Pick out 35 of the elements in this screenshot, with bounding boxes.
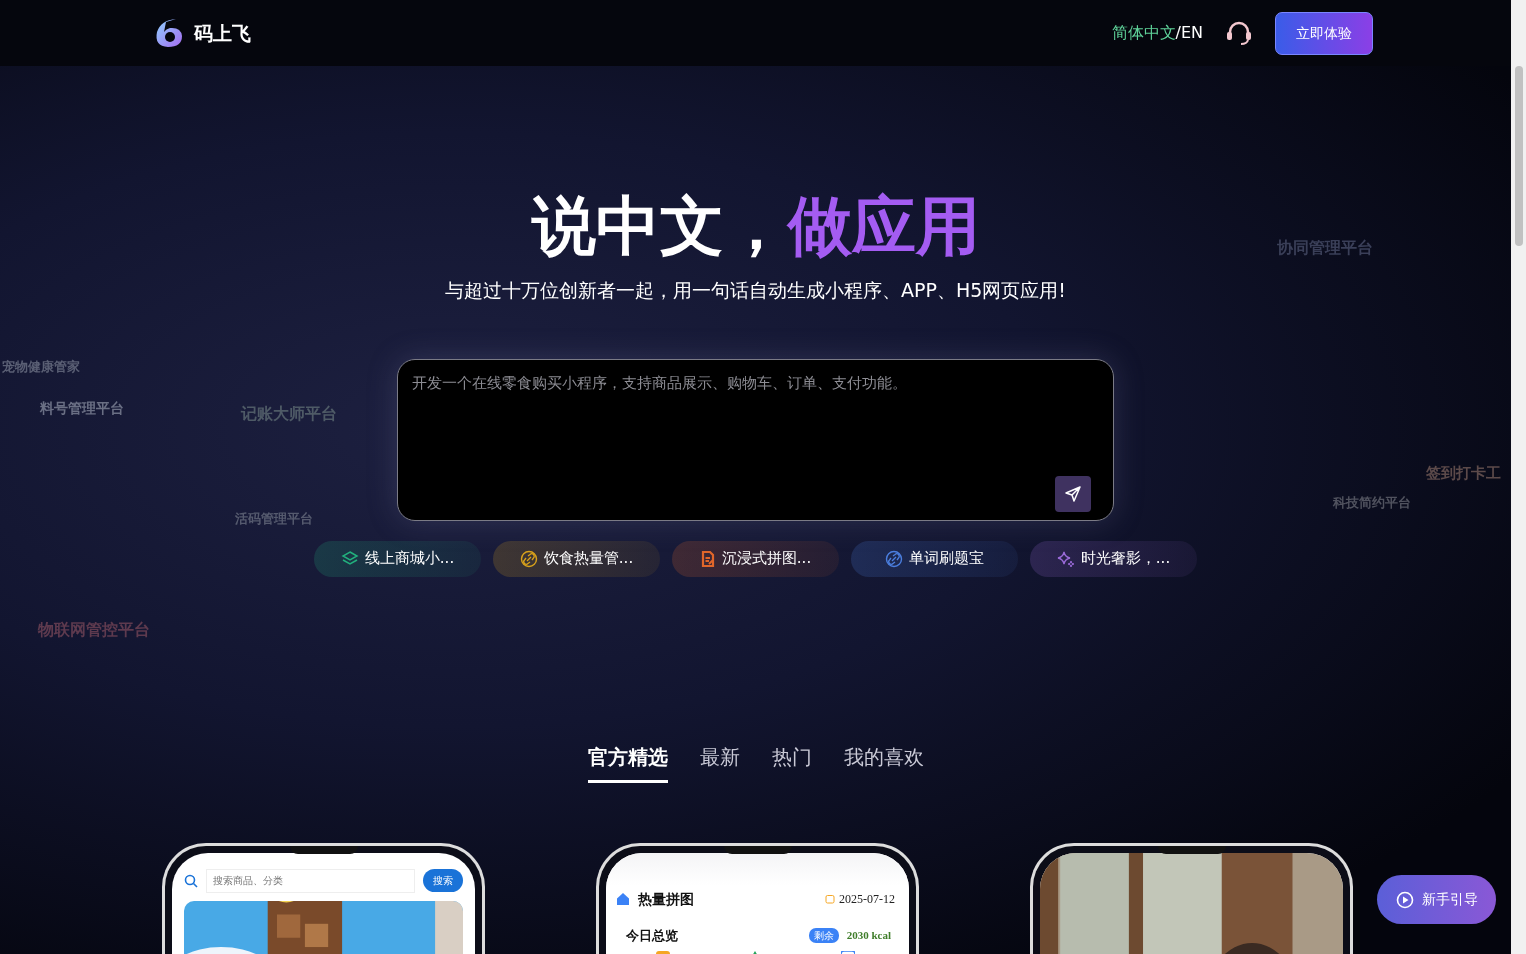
date-text: 2025-07-12 — [839, 891, 895, 908]
hero-subtitle: 与超过十万位创新者一起，用一句话自动生成小程序、APP、H5网页应用! — [445, 278, 1066, 303]
floating-keyword: 记账大师平台 — [241, 403, 337, 425]
prompt-field[interactable]: 开发一个在线零食购买小程序，支持商品展示、购物车、订单、支付功能。 — [397, 358, 1114, 521]
suggestion-chip[interactable]: 单词刷题宝 — [851, 540, 1018, 577]
prompt-input[interactable]: 开发一个在线零食购买小程序，支持商品展示、购物车、订单、支付功能。 — [410, 369, 1101, 476]
floating-keyword: 协同管理平台 — [1277, 237, 1373, 259]
language-option[interactable]: /EN — [1175, 21, 1203, 45]
calorie-value: 2030 kcal — [846, 928, 891, 943]
floating-keyword: 物联网管控平台 — [38, 619, 150, 641]
suggestion-chip[interactable]: 时光奢影，... — [1030, 540, 1197, 577]
category-tab[interactable]: 热门 — [771, 741, 812, 783]
category-tab[interactable]: 我的喜欢 — [843, 741, 924, 783]
floating-keyword: 签到打卡工 — [1426, 463, 1501, 484]
category-tab[interactable]: 官方精选 — [587, 741, 668, 783]
suggestion-chip[interactable]: 沉浸式拼图... — [672, 540, 839, 577]
brand-name: 码上飞 — [194, 20, 251, 46]
try-now-button[interactable]: 立即体验 — [1275, 11, 1373, 55]
floating-keyword: 宠物健康管家 — [2, 358, 80, 376]
search-field[interactable]: 搜索商品、分类 — [206, 868, 415, 893]
hero-title-accent: 做应用 — [787, 194, 980, 258]
app-preview-card[interactable]: 热量拼图 2025-07-12 今日总览 剩余 2030 kcal — [596, 842, 919, 954]
category-tab[interactable]: 最新 — [699, 741, 740, 783]
suggestion-chip[interactable]: 线上商城小... — [314, 540, 481, 577]
app-preview-card[interactable]: 搜索商品、分类 搜索 — [162, 842, 485, 954]
guide-button[interactable]: 新手引导 — [1377, 875, 1496, 924]
language-option[interactable]: 简体中文 — [1111, 21, 1176, 45]
overview-title: 今日总览 — [626, 926, 678, 945]
app-title: 热量拼图 — [638, 889, 694, 909]
search-button[interactable]: 搜索 — [423, 869, 463, 892]
floating-keyword: 科技简约平台 — [1333, 494, 1411, 512]
floating-keyword: 料号管理平台 — [40, 399, 124, 418]
floating-keyword: 活码管理平台 — [235, 510, 313, 528]
remaining-badge: 剩余 — [808, 927, 839, 943]
suggestion-chip[interactable]: 饮食热量管... — [493, 540, 660, 577]
